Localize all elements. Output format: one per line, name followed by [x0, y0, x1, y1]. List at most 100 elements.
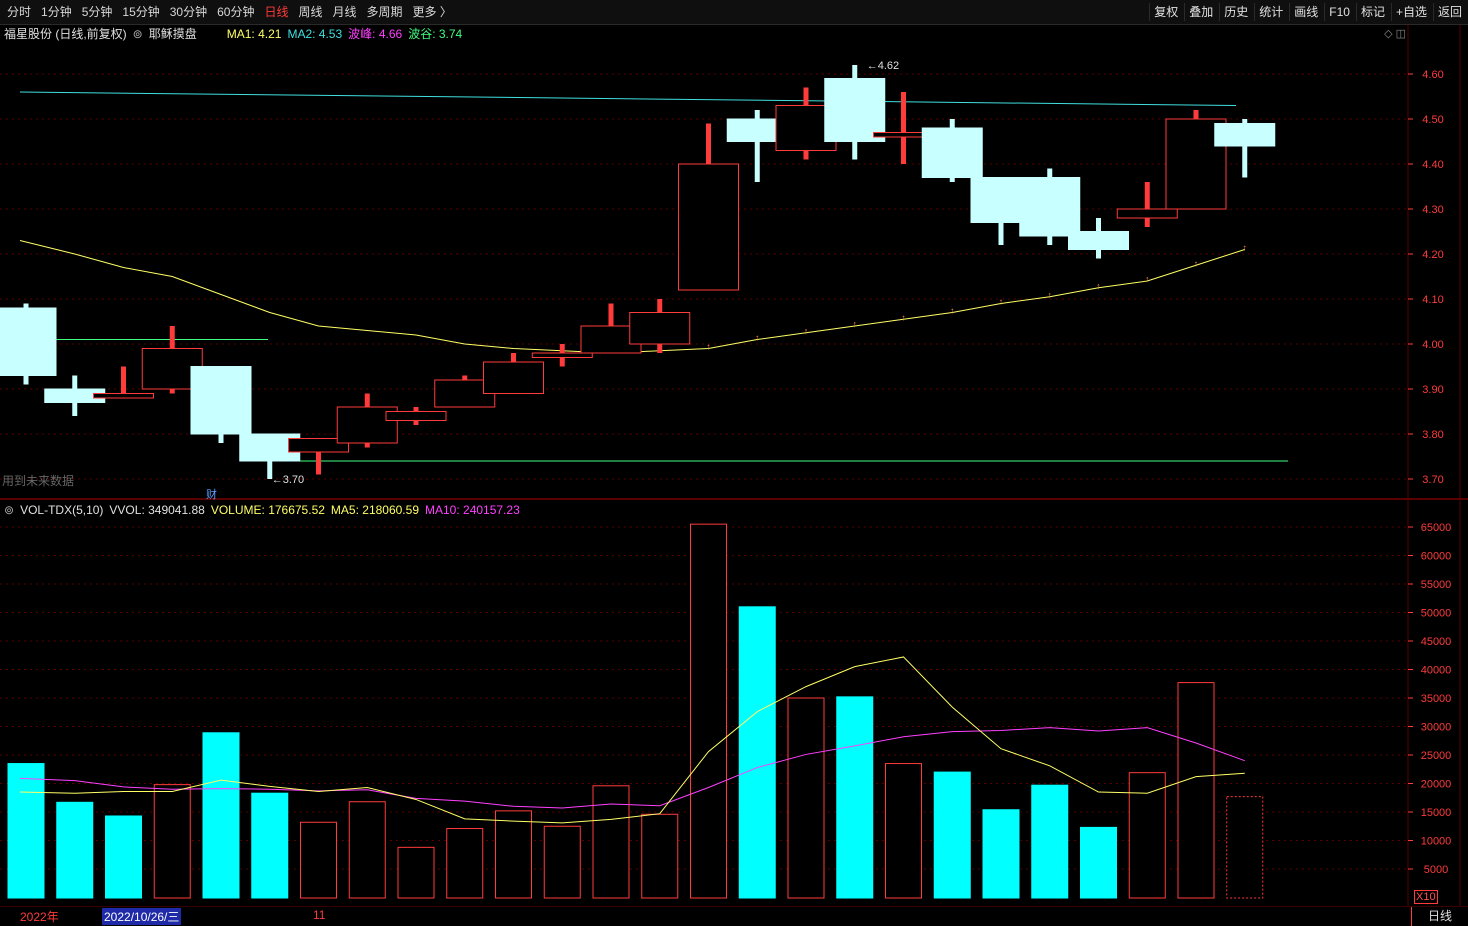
price-tick-label: 4.60 [1422, 69, 1443, 81]
date-month: 11 [313, 908, 326, 922]
volume-tick-label: 25000 [1421, 750, 1452, 762]
indicator-mode[interactable]: 耶稣摸盘 [149, 26, 197, 42]
price-tick-label: 4.10 [1422, 294, 1443, 306]
volume-bar [690, 523, 727, 899]
period-button[interactable]: 日线 [1411, 907, 1468, 926]
panel-control-icons[interactable]: ◇ ◫ [1384, 27, 1406, 40]
candle-body [483, 361, 544, 394]
ma1-arrow: ↑ [1096, 281, 1101, 291]
low-label: ←3.70 [272, 474, 304, 486]
volume-tick-label: 15000 [1421, 807, 1452, 819]
date-year: 2022年 [20, 910, 59, 924]
volume-value: VOLUME: 176675.52 [210, 503, 325, 517]
stock-name[interactable]: 福星股份 (日线,前复权) [4, 26, 127, 42]
ma1-arrow: ↑ [706, 342, 711, 352]
candle-body [921, 127, 983, 178]
candle-body [1214, 123, 1276, 147]
volume-tick-label: 55000 [1421, 579, 1452, 591]
tab-2[interactable]: 5分钟 [80, 4, 115, 20]
toolbar: 分时 1分钟 5分钟 15分钟 30分钟 60分钟 日线 周线 月线 多周期 更多 〉 复权 叠加 历史… [0, 0, 1468, 25]
future-data-note: 用到未来数据 [2, 474, 75, 488]
volume-bar [446, 828, 484, 899]
price-tick-label: 4.30 [1422, 204, 1443, 216]
volume-bar [836, 696, 874, 899]
volume-bar [1177, 682, 1215, 899]
tab-4[interactable]: 30分钟 [168, 4, 209, 20]
tool-2[interactable]: 历史 [1219, 3, 1252, 21]
volume-tick-label: 5000 [1424, 864, 1448, 876]
candle-body [629, 312, 691, 345]
candle [483, 353, 544, 394]
price-tick-label: 3.90 [1422, 384, 1443, 396]
vol-collapse-icon[interactable]: ⊚ [4, 502, 14, 518]
candle-body [93, 393, 154, 399]
ma2-trend-line [19, 91, 1237, 106]
volume-bar [251, 792, 289, 899]
tool-5[interactable]: F10 [1324, 3, 1354, 21]
volume-bar [1080, 826, 1117, 899]
candle-body [1116, 208, 1178, 219]
vvol-value: VVOL: 349041.88 [109, 503, 205, 517]
peak-label: ←4.62 [867, 60, 899, 72]
volume-bar [592, 785, 630, 899]
volume-bar [397, 846, 435, 899]
tab-7[interactable]: 周线 [296, 4, 324, 20]
tab-6[interactable]: 日线 [262, 4, 290, 20]
volume-bar [982, 809, 1020, 899]
volume-bar [105, 815, 142, 899]
volume-bar [787, 697, 825, 899]
tab-9[interactable]: 多周期 [365, 4, 405, 20]
tab-10[interactable]: 更多 〉 [411, 4, 454, 20]
tool-1[interactable]: 叠加 [1184, 3, 1217, 21]
volume-bar [543, 825, 581, 899]
price-tick-label: 3.70 [1422, 474, 1443, 486]
volume-bar [1128, 772, 1166, 899]
tab-5[interactable]: 60分钟 [215, 4, 256, 20]
ma1-arrow: ↑ [755, 333, 760, 343]
price-info-bar: 福星股份 (日线,前复权) ⊚ 耶稣摸盘 MA1: 4.21 MA2: 4.53… [4, 26, 468, 42]
tool-8[interactable]: 返回 [1432, 3, 1466, 21]
finance-marker[interactable]: 财 [206, 486, 217, 502]
volume-bar [7, 763, 45, 899]
tool-6[interactable]: 标记 [1355, 3, 1389, 21]
ma1-value: MA1: 4.21 [226, 27, 282, 41]
volume-bar [495, 810, 532, 899]
tab-8[interactable]: 月线 [331, 4, 359, 20]
cursor-date: 2022/10/26/三 [102, 908, 182, 925]
volume-bar [348, 801, 386, 899]
candle-body [385, 411, 447, 421]
tab-3[interactable]: 15分钟 [120, 4, 161, 20]
candle [921, 119, 983, 182]
volume-bar [933, 771, 971, 899]
ma1-arrow: ↑ [1145, 274, 1150, 284]
ma1-arrow: ↑ [804, 326, 809, 336]
tool-3[interactable]: 统计 [1254, 3, 1287, 21]
volume-tick-label: 45000 [1421, 636, 1452, 648]
price-tick-label: 4.50 [1422, 114, 1443, 126]
candle-body [0, 307, 57, 376]
tab-0[interactable]: 分时 [5, 4, 33, 20]
vol-indicator-name[interactable]: VOL-TDX(5,10) [20, 502, 103, 518]
candle-body [190, 366, 252, 435]
price-tick-label: 4.40 [1422, 159, 1443, 171]
price-tick-label: 4.00 [1422, 339, 1443, 351]
price-tick-label: 3.80 [1422, 429, 1443, 441]
volume-bar [641, 813, 679, 899]
chevron-circle-icon[interactable]: ⊚ [133, 26, 143, 42]
volume-bar [300, 821, 337, 899]
ma1-arrow: ↑ [901, 312, 906, 322]
volume-tick-label: 10000 [1421, 836, 1452, 848]
ma10-value: MA10: 240157.23 [425, 503, 520, 517]
tool-0[interactable]: 复权 [1149, 3, 1182, 21]
volume-tick-label: 40000 [1421, 665, 1452, 677]
period-tabs: 分时 1分钟 5分钟 15分钟 30分钟 60分钟 日线 周线 月线 多周期 更多 〉 [2, 4, 457, 20]
tool-4[interactable]: 画线 [1289, 3, 1322, 21]
date-axis: 2022年 2022/10/26/三 11 日线 [0, 906, 1468, 926]
ma1-arrow: ↑ [950, 306, 955, 316]
tool-7[interactable]: +自选 [1390, 3, 1431, 21]
volume-bar [202, 732, 240, 899]
candle-body [678, 163, 739, 291]
candle [0, 303, 57, 385]
candlestick-chart[interactable]: ↑ ↑ ↑ ↑ ↑ ↑ ↑ ↑ ↑ ↑ ↑ ↑ ←4.62 ←3.70 4.60 4.50 4.40 4.30… [0, 0, 1468, 925]
tab-1[interactable]: 1分钟 [39, 4, 74, 20]
